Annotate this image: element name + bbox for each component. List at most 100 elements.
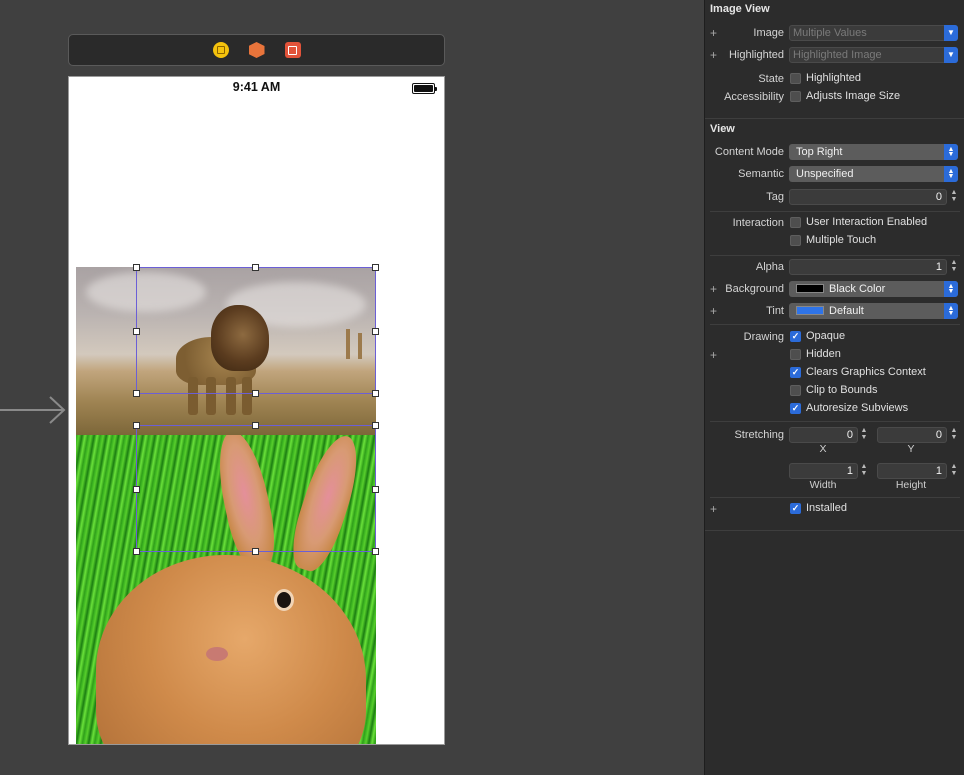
installed-checkbox[interactable]: Installed <box>790 502 847 514</box>
semantic-popup[interactable]: Unspecified ▲ ▼ <box>789 166 958 182</box>
plus-icon[interactable]: + <box>710 283 717 295</box>
plus-icon[interactable]: + <box>710 27 717 39</box>
background-label: Background <box>725 283 784 295</box>
stretch-x-field[interactable]: 0 <box>789 427 858 443</box>
state-highlighted-checkbox[interactable]: Highlighted <box>790 72 861 84</box>
checkbox-label: Autoresize Subviews <box>806 402 909 414</box>
tag-field[interactable]: 0 <box>789 189 947 205</box>
chevron-up-down-icon[interactable]: ▲ ▼ <box>944 144 958 160</box>
divider <box>710 421 960 422</box>
content-mode-popup[interactable]: Top Right ▲ ▼ <box>789 144 958 160</box>
checkbox-label: Multiple Touch <box>806 234 877 246</box>
tint-color-popup[interactable]: Default ▲ ▼ <box>789 303 958 319</box>
rabbit-ear <box>209 435 283 574</box>
lion-leg <box>226 377 236 415</box>
stretch-height-field[interactable]: 1 <box>877 463 947 479</box>
checkbox-box[interactable] <box>790 502 801 514</box>
divider <box>710 255 960 256</box>
stretch-height-caption: Height <box>895 479 927 491</box>
checkbox-box[interactable] <box>790 384 801 396</box>
checkbox-label: Adjusts Image Size <box>806 90 901 102</box>
content-mode-label: Content Mode <box>714 146 784 158</box>
checkbox-box[interactable] <box>790 216 801 228</box>
attributes-inspector: Image View + Image Multiple Values ▼ + H… <box>704 0 964 775</box>
tag-label: Tag <box>766 191 784 203</box>
user-interaction-checkbox[interactable]: User Interaction Enabled <box>790 216 927 228</box>
image-combo[interactable]: Multiple Values ▼ <box>789 25 958 41</box>
hidden-checkbox[interactable]: Hidden <box>790 348 841 360</box>
checkbox-label: Clears Graphics Context <box>806 366 926 378</box>
divider <box>710 497 960 498</box>
tag-stepper[interactable]: ▲ ▼ <box>949 189 959 205</box>
rabbit-eye <box>274 589 294 611</box>
stretch-y-field[interactable]: 0 <box>877 427 947 443</box>
checkbox-label: Opaque <box>806 330 846 342</box>
alpha-field[interactable]: 1 <box>789 259 947 275</box>
checkbox-box[interactable] <box>790 348 801 360</box>
plus-icon[interactable]: + <box>710 349 717 361</box>
image-view-section-title: Image View <box>710 3 770 15</box>
stretch-y-stepper[interactable]: ▲ ▼ <box>949 427 959 443</box>
chevron-up-down-icon[interactable]: ▲ ▼ <box>944 303 958 319</box>
stretch-width-stepper[interactable]: ▲ ▼ <box>859 463 869 479</box>
divider <box>710 324 960 325</box>
interaction-label: Interaction <box>732 217 784 229</box>
plus-icon[interactable]: + <box>710 305 717 317</box>
alpha-stepper[interactable]: ▲ ▼ <box>949 259 959 275</box>
view-controller-icon[interactable] <box>212 42 229 58</box>
alpha-label: Alpha <box>755 261 784 273</box>
clears-graphics-context-checkbox[interactable]: Clears Graphics Context <box>790 366 926 378</box>
highlighted-image-combo[interactable]: Highlighted Image ▼ <box>789 47 958 63</box>
color-swatch <box>796 284 824 293</box>
drawing-label: Drawing <box>743 331 784 343</box>
tint-label: Tint <box>766 305 784 317</box>
popup-value: Unspecified <box>796 168 854 180</box>
lion-image-view[interactable] <box>76 267 376 435</box>
exit-icon[interactable] <box>284 42 301 58</box>
checkbox-box[interactable] <box>790 90 801 102</box>
stretch-x-stepper[interactable]: ▲ ▼ <box>859 427 869 443</box>
checkbox-box[interactable] <box>790 234 801 246</box>
entry-point-arrow-icon[interactable] <box>0 395 67 425</box>
stretch-y-caption: Y <box>907 443 915 455</box>
checkbox-label: User Interaction Enabled <box>806 216 928 228</box>
chevron-up-down-icon[interactable]: ▲ ▼ <box>944 281 958 297</box>
lion-leg <box>188 377 198 415</box>
plus-icon[interactable]: + <box>710 49 717 61</box>
checkbox-box[interactable] <box>790 330 801 342</box>
stretching-label: Stretching <box>734 429 784 441</box>
first-responder-icon[interactable] <box>248 42 265 58</box>
stretch-width-field[interactable]: 1 <box>789 463 858 479</box>
cloud <box>86 272 206 312</box>
checkbox-label: Hidden <box>806 348 841 360</box>
iphone-scene[interactable]: 9:41 AM <box>68 76 445 745</box>
highlighted-label: Highlighted <box>728 49 784 61</box>
stretch-x-caption: X <box>819 443 827 455</box>
checkbox-box[interactable] <box>790 366 801 378</box>
chevron-down-icon[interactable]: ▼ <box>944 47 958 63</box>
lion-leg <box>206 377 216 415</box>
semantic-label: Semantic <box>738 168 784 180</box>
color-swatch <box>796 306 824 315</box>
divider <box>710 211 960 212</box>
clip-to-bounds-checkbox[interactable]: Clip to Bounds <box>790 384 878 396</box>
stretch-height-stepper[interactable]: ▲ ▼ <box>949 463 959 479</box>
opaque-checkbox[interactable]: Opaque <box>790 330 845 342</box>
chevron-up-down-icon[interactable]: ▲ ▼ <box>944 166 958 182</box>
scene-dock <box>68 34 445 66</box>
status-bar-time: 9:41 AM <box>232 80 281 94</box>
checkbox-box[interactable] <box>790 72 801 84</box>
background-color-popup[interactable]: Black Color ▲ ▼ <box>789 281 958 297</box>
storyboard-canvas[interactable]: 9:41 AM <box>0 0 704 775</box>
checkbox-label: Installed <box>806 502 847 514</box>
adjusts-image-size-checkbox[interactable]: Adjusts Image Size <box>790 90 900 102</box>
rabbit-image-view[interactable] <box>76 435 376 744</box>
autoresize-subviews-checkbox[interactable]: Autoresize Subviews <box>790 402 908 414</box>
checkbox-box[interactable] <box>790 402 801 414</box>
chevron-down-icon[interactable]: ▼ <box>944 25 958 41</box>
section-divider <box>705 530 964 531</box>
battery-icon <box>412 83 437 94</box>
plus-icon[interactable]: + <box>710 503 717 515</box>
multiple-touch-checkbox[interactable]: Multiple Touch <box>790 234 876 246</box>
accessibility-label: Accessibility <box>724 91 784 103</box>
